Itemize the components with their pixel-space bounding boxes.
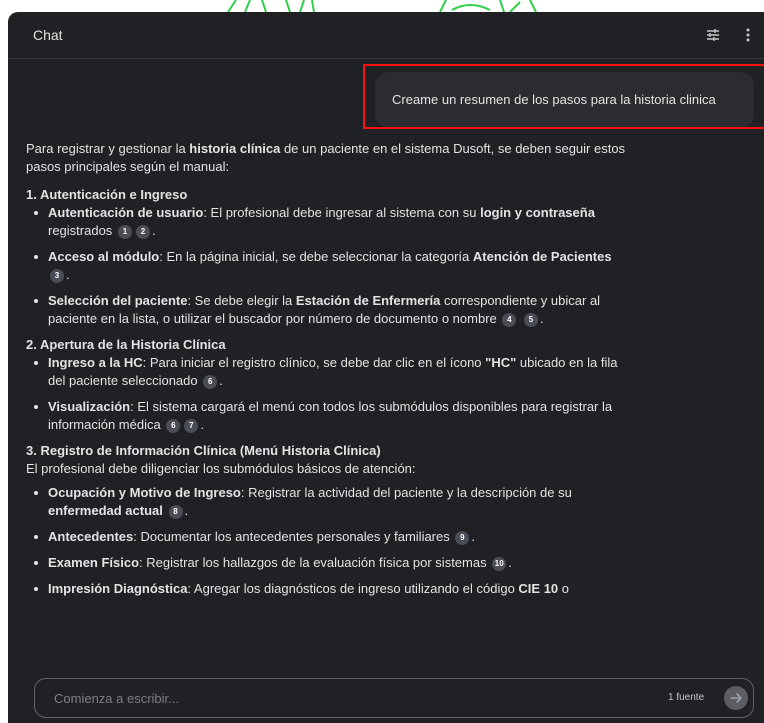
citation-chip[interactable]: 5 [524,313,539,327]
section-intro: El profesional debe diligenciar los subm… [26,461,416,476]
section-heading: 1. Autenticación e Ingreso [26,187,188,202]
composer-placeholder[interactable]: Comienza a escribir... [54,691,179,706]
list-item: Ocupación y Motivo de Ingreso: Registrar… [26,484,626,520]
chat-panel: Chat Creame un resumen de los pasos para… [8,12,764,723]
citation-chip[interactable]: 2 [135,225,150,239]
user-message-bubble: Creame un resumen de los pasos para la h… [375,72,754,128]
list-item: Selección del paciente: Se debe elegir l… [26,292,626,328]
chat-header: Chat [8,12,764,59]
list-item: Visualización: El sistema cargará el men… [26,398,626,434]
citation-chip[interactable]: 4 [502,313,517,327]
more-vert-icon[interactable] [744,27,752,43]
list-item: Ingreso a la HC: Para iniciar el registr… [26,354,626,390]
citation-chip[interactable]: 1 [117,225,132,239]
chat-composer[interactable]: Comienza a escribir... 1 fuente [34,678,754,718]
citation-chip[interactable]: 8 [168,505,183,519]
section-list: Autenticación de usuario: El profesional… [26,204,626,328]
decorative-green-shapes [227,0,537,12]
section-heading: 3. Registro de Información Clínica (Menú… [26,443,381,458]
arrow-right-icon [730,693,742,703]
citation-chip[interactable]: 6 [166,419,181,433]
response-intro: Para registrar y gestionar la historia c… [26,141,626,174]
citation-chip[interactable]: 7 [184,419,199,433]
list-item: Examen Físico: Registrar los hallazgos d… [26,554,626,572]
section-list: Ocupación y Motivo de Ingreso: Registrar… [26,484,626,598]
list-item: Autenticación de usuario: El profesional… [26,204,626,240]
list-item: Acceso al módulo: En la página inicial, … [26,248,626,284]
citation-chip[interactable]: 6 [203,375,218,389]
assistant-response: Para registrar y gestionar la historia c… [26,140,626,606]
citation-chip[interactable]: 10 [492,557,507,571]
section-list: Ingreso a la HC: Para iniciar el registr… [26,354,626,434]
chat-title: Chat [33,27,63,43]
list-item: Antecedentes: Documentar los antecedente… [26,528,626,546]
citation-chip[interactable]: 3 [50,269,64,283]
send-button[interactable] [724,686,748,710]
tune-icon[interactable] [705,27,721,43]
list-item: Impresión Diagnóstica: Agregar los diagn… [26,580,626,598]
citation-chip[interactable]: 9 [455,531,470,545]
user-message-text: Creame un resumen de los pasos para la h… [392,92,716,107]
section-heading: 2. Apertura de la Historia Clínica [26,337,226,352]
source-count: 1 fuente [668,692,705,703]
